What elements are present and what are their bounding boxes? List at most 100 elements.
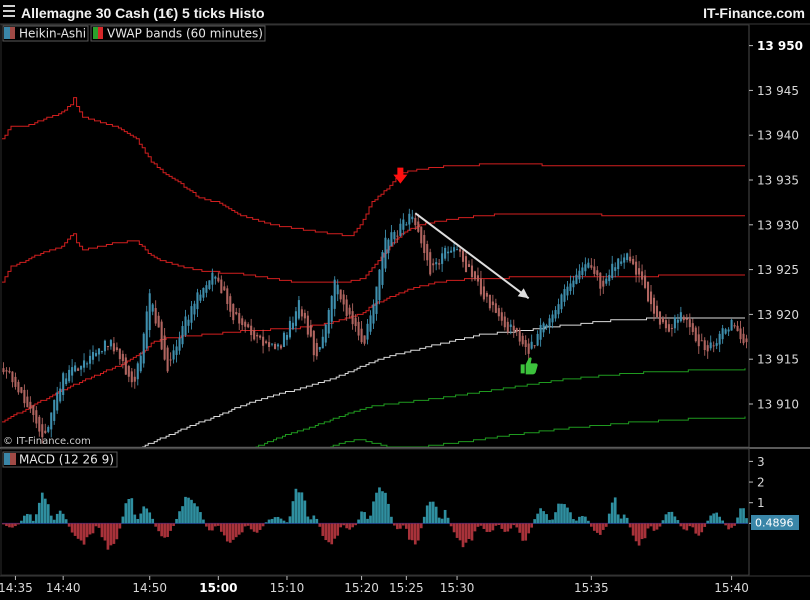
candle-body (453, 247, 456, 252)
macd-bar (157, 523, 161, 532)
macd-bar (175, 518, 178, 524)
macd-bar (673, 516, 677, 524)
macd-bar (413, 523, 417, 545)
macd-bar (643, 523, 647, 539)
candle-body (2, 368, 5, 373)
candle-body (196, 292, 199, 310)
macd-bar (26, 513, 29, 524)
candle-body (187, 319, 190, 326)
heikin-ashi-legend-label[interactable]: Heikin-Ashi (19, 27, 86, 41)
candle-body (115, 347, 118, 350)
candle-body (133, 376, 136, 382)
price-tick-label: 13 925 (757, 263, 799, 277)
macd-bar (243, 523, 247, 527)
vwap-legend-label[interactable]: VWAP bands (60 minutes) (107, 27, 263, 41)
candle-body (23, 389, 26, 404)
candle-body (381, 252, 384, 285)
macd-bar (166, 523, 169, 538)
candle-body (157, 315, 160, 328)
candle-body (17, 381, 20, 393)
candle-body (366, 323, 369, 340)
macd-bar (285, 522, 289, 524)
candle-body (250, 325, 253, 336)
macd-bar (545, 514, 548, 524)
price-tick-label: 13 940 (757, 129, 799, 143)
candle-body (285, 334, 289, 340)
macd-bar (536, 513, 539, 524)
macd-bar (554, 512, 557, 524)
macd-bar (631, 523, 635, 536)
macd-bar (330, 523, 334, 545)
candle-body (494, 303, 497, 313)
macd-bar (237, 523, 241, 535)
macd-bar (267, 519, 271, 524)
macd-bar (548, 519, 551, 524)
macd-bar (46, 504, 50, 524)
candle-body (11, 371, 14, 383)
candle-body (220, 279, 223, 294)
candle-body (635, 261, 638, 275)
macd-bar (467, 523, 471, 539)
macd-bar (14, 523, 17, 527)
time-tick-label: 15:25 (389, 581, 424, 595)
candle-body (273, 344, 277, 349)
price-tick-label: 13 930 (757, 218, 799, 232)
macd-bar (288, 516, 292, 524)
candle-body (646, 281, 650, 302)
macd-bar (694, 523, 698, 534)
macd-bar (604, 523, 608, 527)
macd-bar (64, 519, 68, 524)
candle-body (83, 360, 86, 368)
candle-body (509, 324, 512, 327)
candle-body (50, 412, 53, 430)
macd-tick-label: 3 (757, 455, 765, 469)
candle-body (450, 250, 453, 253)
candle-body (423, 235, 426, 253)
candle-body (214, 276, 217, 279)
candle-body (369, 315, 372, 332)
candle-body (202, 287, 205, 298)
candle-body (345, 299, 348, 316)
candle-body (691, 323, 694, 332)
candle-body (584, 264, 587, 272)
candle-body (208, 280, 211, 289)
macd-bar (437, 517, 441, 524)
candle-body (53, 399, 56, 421)
candle-body (315, 343, 318, 357)
price-panel-frame (0, 24, 750, 448)
macd-bar (670, 511, 674, 524)
candle-body (518, 330, 521, 342)
candle-body (524, 340, 527, 348)
candle-body (35, 410, 38, 424)
time-tick-label: 15:35 (574, 581, 609, 595)
candle-body (169, 359, 172, 361)
macd-legend-label[interactable]: MACD (12 26 9) (19, 453, 114, 467)
candle-body (5, 370, 8, 372)
macd-bar (712, 513, 716, 524)
trading-chart[interactable]: Allemagne 30 Cash (1€) 5 ticks Histo IT-… (0, 0, 810, 600)
price-panel[interactable]: Heikin-Ashi VWAP bands (60 minutes) © IT… (0, 24, 750, 448)
price-tick-label: 13 950 (757, 39, 803, 53)
candle-body (641, 271, 644, 280)
macd-bar (434, 506, 438, 524)
macd-bar (49, 515, 53, 524)
candle-body (163, 335, 166, 360)
macd-panel[interactable]: MACD (12 26 9) (0, 448, 750, 576)
candle-body (357, 321, 360, 336)
candle-body (470, 265, 474, 278)
macd-bar (396, 523, 399, 530)
candle-body (417, 221, 420, 232)
candle-body (160, 321, 163, 350)
candle-body (94, 353, 98, 356)
candle-body (438, 263, 441, 265)
candle-body (623, 257, 626, 263)
candle-body (336, 284, 339, 295)
vwap-legend-swatch-red (98, 27, 103, 39)
candle-body (62, 373, 65, 395)
macd-bar (291, 501, 295, 524)
menu-icon[interactable] (3, 5, 15, 17)
price-axis-ticks: 13 950 13 945 13 940 13 935 13 930 13 925 13 9… (749, 39, 803, 411)
macd-bar (676, 520, 680, 524)
macd-bar (312, 515, 316, 524)
macd-bar (58, 510, 62, 524)
